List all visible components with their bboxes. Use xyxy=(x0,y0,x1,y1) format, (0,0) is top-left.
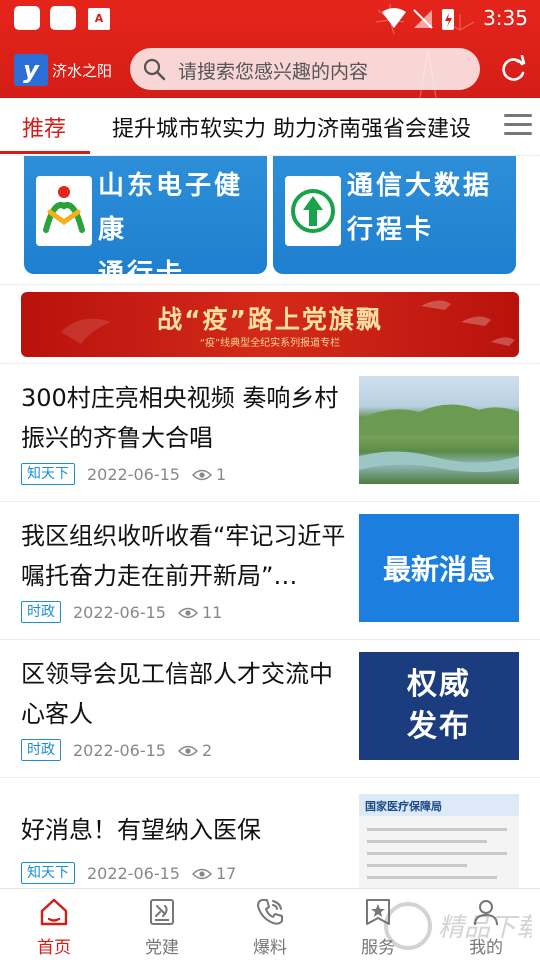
thumbnail-caption-line1: 权威 xyxy=(407,667,471,702)
news-views: 2 xyxy=(177,740,213,760)
thumbnail-caption-line2: 发布 xyxy=(407,709,471,744)
nav-report-label: 爆料 xyxy=(253,938,287,958)
news-thumbnail[interactable]: 最新消息 xyxy=(359,514,519,622)
refresh-icon[interactable] xyxy=(498,55,528,85)
signal-icons xyxy=(382,8,454,30)
headline-ticker[interactable]: 提升城市软实力 助力济南强省会建设 xyxy=(112,111,507,143)
document-line xyxy=(367,876,497,879)
news-item[interactable]: 300村庄亮相央视频 奏响乡村振兴的齐鲁大合唱 知天下 2022-06-15 1 xyxy=(0,364,540,502)
nav-home[interactable]: 首页 xyxy=(0,889,108,960)
news-date: 2022-06-15 xyxy=(73,740,166,760)
health-pass-title-line2: 通行卡 xyxy=(98,259,186,274)
news-view-count: 2 xyxy=(201,740,213,760)
news-meta: 知天下 2022-06-15 1 xyxy=(21,463,226,487)
news-views: 1 xyxy=(191,464,227,484)
campaign-banner-row: 战“疫”路上党旗飘 “疫”线典型全纪实系列报道专栏 xyxy=(0,284,540,364)
tab-recommend[interactable]: 推荐 xyxy=(22,111,66,143)
health-pass-logo-icon xyxy=(36,176,92,246)
watermark-text: 精品下载 xyxy=(438,913,532,943)
watermark-logo-icon: 精品下载 xyxy=(384,902,532,950)
logo-mark-icon: y xyxy=(14,54,48,86)
campaign-banner[interactable]: 战“疫”路上党旗飘 “疫”线典型全纪实系列报道专栏 xyxy=(21,292,519,357)
travel-card-title-line1: 通信大数据 xyxy=(347,171,493,201)
news-views: 11 xyxy=(177,602,223,622)
logo-text: 济水之阳 xyxy=(52,62,113,80)
news-thumbnail[interactable]: 权威 发布 xyxy=(359,652,519,760)
app-header: A 3:35 y 济水之阳 请搜索您感兴趣的内容 xyxy=(0,0,540,98)
document-line xyxy=(367,864,467,867)
thumbnail-caption: 国家医疗保障局 xyxy=(359,794,519,816)
news-title: 区领导会见工信部人才交流中心客人 xyxy=(21,660,333,728)
notification-icon xyxy=(14,6,40,30)
status-bar: A 3:35 xyxy=(0,0,540,38)
channel-tabs: 推荐 提升城市软实力 助力济南强省会建设 xyxy=(0,98,540,156)
phone-icon xyxy=(257,899,283,925)
news-tag: 知天下 xyxy=(21,463,75,485)
news-meta: 知天下 2022-06-15 17 xyxy=(21,862,236,886)
news-item[interactable]: 区领导会见工信部人才交流中心客人 时政 2022-06-15 2 权威 发布 xyxy=(0,640,540,778)
health-pass-title-line1: 山东电子健康 xyxy=(98,171,244,245)
news-meta: 时政 2022-06-15 11 xyxy=(21,601,222,625)
document-line xyxy=(367,852,507,855)
campaign-banner-title: 战“疫”路上党旗飘 xyxy=(157,305,383,334)
document-line xyxy=(367,828,507,831)
news-date: 2022-06-15 xyxy=(73,602,166,622)
travel-card-logo-icon xyxy=(285,176,341,246)
news-tag: 知天下 xyxy=(21,862,75,884)
news-tag: 时政 xyxy=(21,601,61,623)
document-line xyxy=(367,840,487,843)
eye-icon xyxy=(191,469,212,481)
active-tab-indicator xyxy=(0,151,90,154)
landscape-image xyxy=(359,404,519,472)
news-view-count: 11 xyxy=(201,602,223,622)
news-title: 好消息！有望纳入医保 xyxy=(21,816,261,844)
thumbnail-caption: 最新消息 xyxy=(382,553,495,586)
nav-party-building[interactable]: 党建 xyxy=(108,889,216,960)
news-date: 2022-06-15 xyxy=(87,863,180,883)
quick-cards: 山东电子健康 通行卡 通信大数据 行程卡 xyxy=(0,156,540,284)
search-input[interactable]: 请搜索您感兴趣的内容 xyxy=(178,57,368,84)
eye-icon xyxy=(177,745,198,757)
health-pass-title: 山东电子健康 通行卡 xyxy=(98,164,267,274)
news-thumbnail[interactable] xyxy=(359,376,519,484)
travel-card-title-line2: 行程卡 xyxy=(347,215,435,245)
news-item[interactable]: 我区组织收听收看“牢记习近平嘱托奋力走在前开新局”… 时政 2022-06-15 1… xyxy=(0,502,540,640)
search-icon xyxy=(143,58,166,81)
campaign-banner-subtitle: “疫”线典型全纪实系列报道专栏 xyxy=(199,338,341,349)
news-title: 300村庄亮相央视频 奏响乡村振兴的齐鲁大合唱 xyxy=(21,384,339,452)
news-thumbnail[interactable]: 国家医疗保障局 xyxy=(359,794,519,888)
news-views: 17 xyxy=(191,863,237,883)
app-notification-icon: A xyxy=(88,8,110,30)
news-view-count: 17 xyxy=(215,863,237,883)
travel-card[interactable]: 通信大数据 行程卡 xyxy=(273,156,516,274)
notification-icon xyxy=(50,6,76,30)
news-view-count: 1 xyxy=(215,464,227,484)
news-meta: 时政 2022-06-15 2 xyxy=(21,739,212,763)
news-date: 2022-06-15 xyxy=(87,464,180,484)
news-title: 我区组织收听收看“牢记习近平嘱托奋力走在前开新局”… xyxy=(21,522,346,590)
news-item[interactable]: 好消息！有望纳入医保 知天下 2022-06-15 17 国家医疗保障局 xyxy=(0,778,540,888)
nav-party-building-label: 党建 xyxy=(145,938,179,958)
nav-report[interactable]: 爆料 xyxy=(216,889,324,960)
home-icon xyxy=(40,898,68,926)
search-bar[interactable]: 请搜索您感兴趣的内容 xyxy=(130,48,480,90)
eye-icon xyxy=(191,868,212,880)
travel-card-title: 通信大数据 行程卡 xyxy=(347,164,492,252)
eye-icon xyxy=(177,607,198,619)
party-building-icon xyxy=(150,899,174,925)
app-logo[interactable]: y 济水之阳 xyxy=(14,52,116,88)
news-tag: 时政 xyxy=(21,739,61,761)
thumbnail-caption: 权威 发布 xyxy=(359,664,519,748)
channel-menu-icon[interactable] xyxy=(504,114,532,138)
nav-home-label: 首页 xyxy=(37,938,71,958)
health-pass-card[interactable]: 山东电子健康 通行卡 xyxy=(24,156,267,274)
clock: 3:35 xyxy=(483,6,528,30)
